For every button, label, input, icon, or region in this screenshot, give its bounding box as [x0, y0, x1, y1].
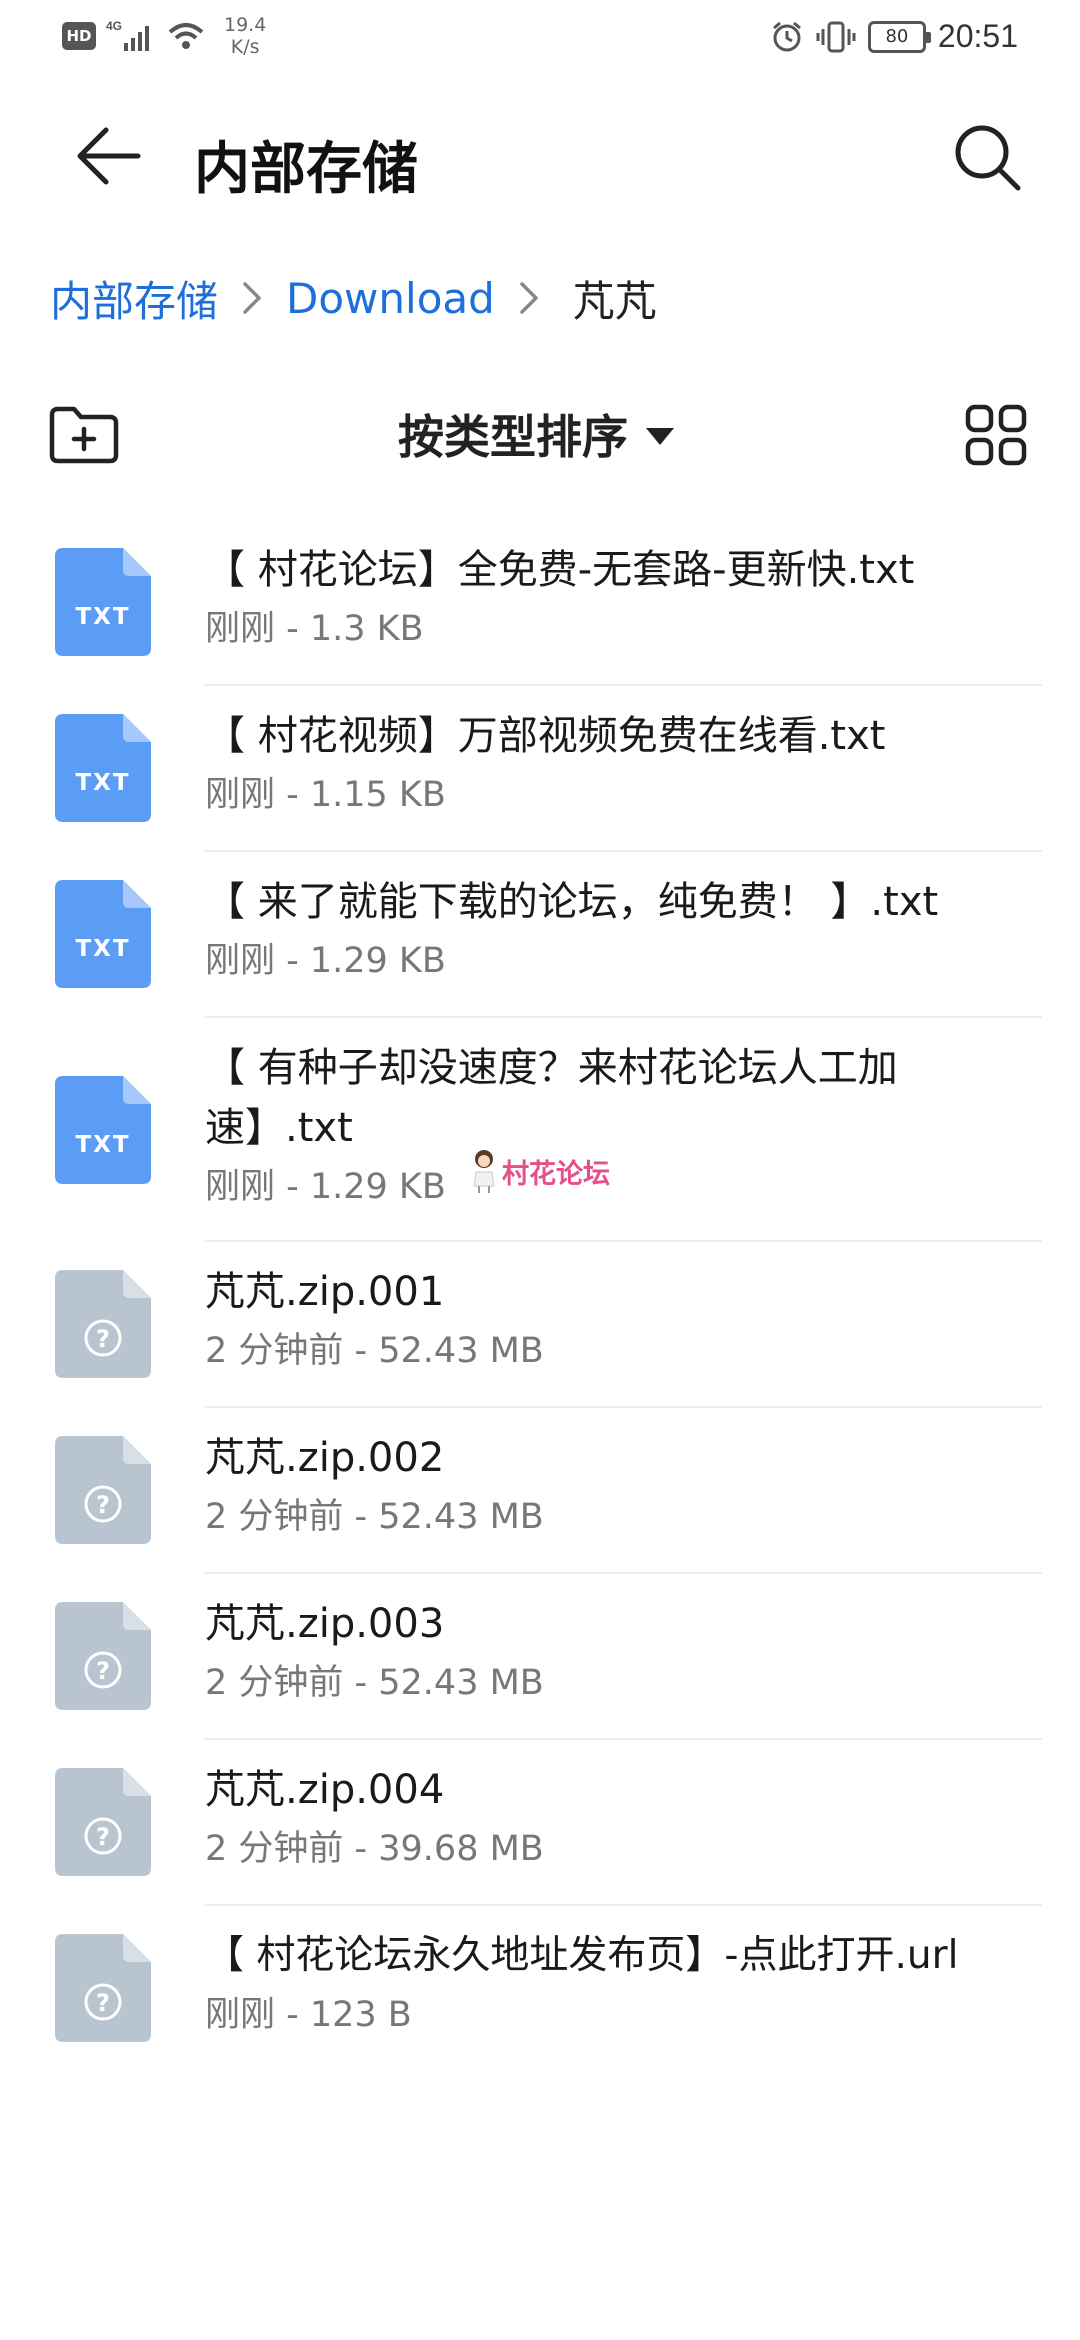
file-name: 【 来了就能下载的论坛，纯免费！ 】.txt	[205, 879, 939, 925]
unknown-file-icon: ?	[55, 1436, 151, 1544]
svg-text:TXT: TXT	[75, 770, 130, 796]
svg-text:?: ?	[96, 1989, 110, 2017]
file-meta: 刚刚 - 1.3 KB	[205, 609, 424, 649]
file-name: 【 村花论坛】全免费-无套路-更新快.txt	[205, 547, 915, 593]
file-name: 【 村花视频】万部视频免费在线看.txt	[205, 713, 886, 759]
vibrate-icon	[816, 21, 856, 52]
file-name: 【 有种子却没速度？来村花论坛人工加速】.txt	[205, 1045, 898, 1151]
file-item[interactable]: TXT 【 村花论坛】全免费-无套路-更新快.txt 刚刚 - 1.3 KB	[0, 520, 1080, 686]
watermark: 村花论坛	[470, 1148, 610, 1194]
file-item[interactable]: ? 芃芃.zip.004 2 分钟前 - 39.68 MB	[0, 1740, 1080, 1906]
svg-text:?: ?	[96, 1657, 110, 1685]
wifi-icon	[168, 23, 204, 49]
chevron-right-icon	[520, 282, 538, 314]
file-item[interactable]: ? 【 村花论坛永久地址发布页】-点此打开.url 刚刚 - 123 B	[0, 1906, 1080, 2072]
file-name: 芃芃.zip.004	[205, 1767, 445, 1813]
file-item[interactable]: TXT 【 来了就能下载的论坛，纯免费！ 】.txt 刚刚 - 1.29 KB	[0, 852, 1080, 1018]
search-button[interactable]	[948, 118, 1028, 198]
status-right: 80 20:51	[770, 18, 1018, 55]
file-name: 芃芃.zip.002	[205, 1435, 445, 1481]
file-item[interactable]: TXT 【 有种子却没速度？来村花论坛人工加速】.txt 刚刚 - 1.29 K…	[0, 1018, 1080, 1242]
hd-badge: HD	[62, 22, 96, 50]
breadcrumb: 内部存储 Download 芃芃	[50, 268, 657, 328]
txt-file-icon: TXT	[55, 548, 151, 656]
battery-indicator: 80	[867, 20, 931, 53]
file-meta: 2 分钟前 - 52.43 MB	[205, 1497, 544, 1537]
svg-text:4G: 4G	[106, 19, 122, 33]
clock: 20:51	[937, 18, 1018, 54]
file-meta: 2 分钟前 - 52.43 MB	[205, 1663, 544, 1703]
speed-unit: K/s	[230, 36, 260, 58]
grid-icon	[965, 404, 1027, 466]
svg-text:?: ?	[96, 1823, 110, 1851]
breadcrumb-download[interactable]: Download	[286, 274, 495, 323]
file-meta: 刚刚 - 1.15 KB	[205, 775, 446, 815]
file-item[interactable]: TXT 【 村花视频】万部视频免费在线看.txt 刚刚 - 1.15 KB	[0, 686, 1080, 852]
svg-text:?: ?	[96, 1325, 110, 1353]
svg-text:TXT: TXT	[75, 936, 130, 962]
file-meta: 刚刚 - 1.29 KB	[205, 941, 446, 981]
unknown-file-icon: ?	[55, 1270, 151, 1378]
breadcrumb-current: 芃芃	[572, 276, 657, 326]
page-title: 内部存储	[194, 137, 418, 202]
unknown-file-icon: ?	[55, 1768, 151, 1876]
file-meta: 2 分钟前 - 52.43 MB	[205, 1331, 544, 1371]
back-button[interactable]	[68, 116, 148, 196]
file-item[interactable]: ? 芃芃.zip.002 2 分钟前 - 52.43 MB	[0, 1408, 1080, 1574]
file-name: 芃芃.zip.001	[205, 1269, 445, 1315]
file-name: 【 村花论坛永久地址发布页】-点此打开.url	[205, 1933, 959, 1978]
file-meta: 2 分钟前 - 39.68 MB	[205, 1829, 544, 1869]
file-list: TXT 【 村花论坛】全免费-无套路-更新快.txt 刚刚 - 1.3 KB T…	[0, 520, 1080, 2072]
network-speed: 19.4 K/s	[224, 14, 266, 58]
toolbar: 按类型排序	[0, 395, 1080, 475]
alarm-icon	[772, 21, 801, 51]
svg-text:TXT: TXT	[75, 1132, 130, 1158]
svg-text:?: ?	[96, 1491, 110, 1519]
unknown-file-icon: ?	[55, 1934, 151, 2042]
file-name: 芃芃.zip.003	[205, 1601, 445, 1647]
breadcrumb-internal-storage[interactable]: 内部存储	[50, 268, 218, 329]
folder-add-icon	[49, 406, 119, 464]
girl-avatar-icon	[473, 1150, 495, 1193]
sort-dropdown[interactable]: 按类型排序	[398, 401, 674, 467]
caret-down-icon	[646, 427, 674, 445]
app-bar: 内部存储	[0, 78, 1080, 243]
arrow-left-icon	[77, 127, 141, 185]
txt-file-icon: TXT	[55, 714, 151, 822]
txt-file-icon: TXT	[55, 880, 151, 988]
speed-value: 19.4	[224, 14, 267, 36]
svg-text:TXT: TXT	[75, 604, 130, 630]
sort-label: 按类型排序	[398, 410, 628, 464]
status-left: HD 4G 19.4 K/s	[62, 14, 266, 58]
status-bar: HD 4G 19.4 K/s 80 20:51	[0, 0, 1080, 78]
file-item[interactable]: ? 芃芃.zip.003 2 分钟前 - 52.43 MB	[0, 1574, 1080, 1740]
grid-view-button[interactable]	[964, 403, 1028, 467]
file-item[interactable]: ? 芃芃.zip.001 2 分钟前 - 52.43 MB	[0, 1242, 1080, 1408]
file-meta: 刚刚 - 123 B	[205, 1995, 412, 2035]
new-folder-button[interactable]	[48, 403, 120, 467]
txt-file-icon: TXT	[55, 1076, 151, 1184]
search-icon	[955, 125, 1021, 191]
chevron-right-icon	[243, 282, 261, 314]
watermark-text: 村花论坛	[502, 1158, 610, 1190]
signal-icon: 4G	[106, 19, 149, 51]
unknown-file-icon: ?	[55, 1602, 151, 1710]
